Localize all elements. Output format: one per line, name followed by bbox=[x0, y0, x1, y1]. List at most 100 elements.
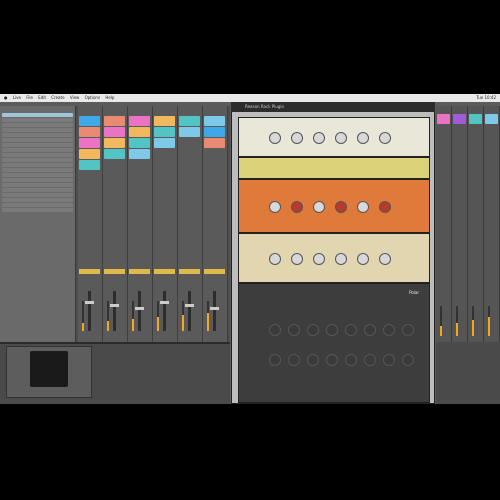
browser-item[interactable] bbox=[2, 143, 73, 147]
knob[interactable] bbox=[402, 324, 414, 336]
browser-item[interactable] bbox=[2, 178, 73, 182]
fader-handle[interactable] bbox=[210, 307, 219, 310]
browser-item[interactable] bbox=[2, 168, 73, 172]
knob[interactable] bbox=[335, 201, 347, 213]
clip-slot[interactable] bbox=[129, 116, 150, 126]
clip-slot[interactable] bbox=[129, 127, 150, 137]
knob[interactable] bbox=[313, 132, 325, 144]
track-header[interactable] bbox=[204, 269, 225, 274]
knob[interactable] bbox=[291, 132, 303, 144]
track-header[interactable] bbox=[79, 269, 100, 274]
knob[interactable] bbox=[357, 201, 369, 213]
knob[interactable] bbox=[383, 324, 395, 336]
volume-fader[interactable] bbox=[138, 291, 141, 331]
volume-fader[interactable] bbox=[213, 291, 216, 331]
clip-slot[interactable] bbox=[104, 127, 125, 137]
browser-item[interactable] bbox=[2, 208, 73, 212]
apple-icon[interactable]: ● bbox=[4, 94, 8, 102]
knob[interactable] bbox=[313, 201, 325, 213]
knob[interactable] bbox=[379, 132, 391, 144]
knob[interactable] bbox=[269, 253, 281, 265]
clip-slot[interactable] bbox=[437, 114, 450, 124]
menu-view[interactable]: View bbox=[70, 94, 80, 102]
knob[interactable] bbox=[364, 354, 376, 366]
browser-item[interactable] bbox=[2, 158, 73, 162]
knob[interactable] bbox=[326, 354, 338, 366]
volume-fader[interactable] bbox=[163, 291, 166, 331]
clip-slot[interactable] bbox=[79, 127, 100, 137]
track-header[interactable] bbox=[154, 269, 175, 274]
fader-handle[interactable] bbox=[85, 301, 94, 304]
browser-item[interactable] bbox=[2, 123, 73, 127]
browser-item[interactable] bbox=[2, 183, 73, 187]
browser-item[interactable] bbox=[2, 138, 73, 142]
clip-slot[interactable] bbox=[204, 116, 225, 126]
clip-slot[interactable] bbox=[453, 114, 466, 124]
menu-edit[interactable]: Edit bbox=[38, 94, 46, 102]
clip-slot[interactable] bbox=[104, 149, 125, 159]
browser-item[interactable] bbox=[2, 193, 73, 197]
fader-handle[interactable] bbox=[135, 307, 144, 310]
volume-fader[interactable] bbox=[113, 291, 116, 331]
clip-slot[interactable] bbox=[129, 149, 150, 159]
browser-item[interactable] bbox=[2, 173, 73, 177]
fader-handle[interactable] bbox=[110, 304, 119, 307]
volume-fader[interactable] bbox=[188, 291, 191, 331]
browser-item[interactable] bbox=[2, 113, 73, 117]
knob[interactable] bbox=[269, 132, 281, 144]
knob[interactable] bbox=[383, 354, 395, 366]
knob[interactable] bbox=[402, 354, 414, 366]
clip-slot[interactable] bbox=[469, 114, 482, 124]
clip-slot[interactable] bbox=[104, 138, 125, 148]
browser-item[interactable] bbox=[2, 128, 73, 132]
clip-slot[interactable] bbox=[179, 116, 200, 126]
browser-item[interactable] bbox=[2, 148, 73, 152]
knob[interactable] bbox=[307, 354, 319, 366]
browser-item[interactable] bbox=[2, 198, 73, 202]
knob[interactable] bbox=[288, 354, 300, 366]
menu-live[interactable]: Live bbox=[13, 94, 21, 102]
menu-file[interactable]: File bbox=[26, 94, 33, 102]
knob[interactable] bbox=[335, 253, 347, 265]
knob[interactable] bbox=[364, 324, 376, 336]
knob[interactable] bbox=[379, 253, 391, 265]
clip-slot[interactable] bbox=[79, 116, 100, 126]
knob[interactable] bbox=[291, 253, 303, 265]
knob[interactable] bbox=[313, 253, 325, 265]
menu-create[interactable]: Create bbox=[51, 94, 64, 102]
track-header[interactable] bbox=[104, 269, 125, 274]
browser-item[interactable] bbox=[2, 203, 73, 207]
knob[interactable] bbox=[345, 354, 357, 366]
menu-options[interactable]: Options bbox=[85, 94, 100, 102]
knob[interactable] bbox=[291, 201, 303, 213]
knob[interactable] bbox=[269, 201, 281, 213]
browser-item[interactable] bbox=[2, 133, 73, 137]
fader-handle[interactable] bbox=[160, 301, 169, 304]
clip-slot[interactable] bbox=[204, 138, 225, 148]
clip-slot[interactable] bbox=[154, 127, 175, 137]
knob[interactable] bbox=[357, 253, 369, 265]
browser-item[interactable] bbox=[2, 153, 73, 157]
knob[interactable] bbox=[379, 201, 391, 213]
clip-slot[interactable] bbox=[204, 127, 225, 137]
browser-item[interactable] bbox=[2, 118, 73, 122]
menu-help[interactable]: Help bbox=[105, 94, 114, 102]
clip-slot[interactable] bbox=[154, 116, 175, 126]
knob[interactable] bbox=[269, 324, 281, 336]
clip-slot[interactable] bbox=[79, 149, 100, 159]
knob[interactable] bbox=[345, 324, 357, 336]
track-header[interactable] bbox=[179, 269, 200, 274]
clip-slot[interactable] bbox=[79, 160, 100, 170]
fader-handle[interactable] bbox=[185, 304, 194, 307]
knob[interactable] bbox=[335, 132, 347, 144]
knob[interactable] bbox=[269, 354, 281, 366]
knob[interactable] bbox=[307, 324, 319, 336]
browser-item[interactable] bbox=[2, 188, 73, 192]
clip-slot[interactable] bbox=[104, 116, 125, 126]
clip-slot[interactable] bbox=[179, 127, 200, 137]
browser-item[interactable] bbox=[2, 163, 73, 167]
clip-slot[interactable] bbox=[485, 114, 498, 124]
knob[interactable] bbox=[326, 324, 338, 336]
clip-slot[interactable] bbox=[129, 138, 150, 148]
knob[interactable] bbox=[288, 324, 300, 336]
